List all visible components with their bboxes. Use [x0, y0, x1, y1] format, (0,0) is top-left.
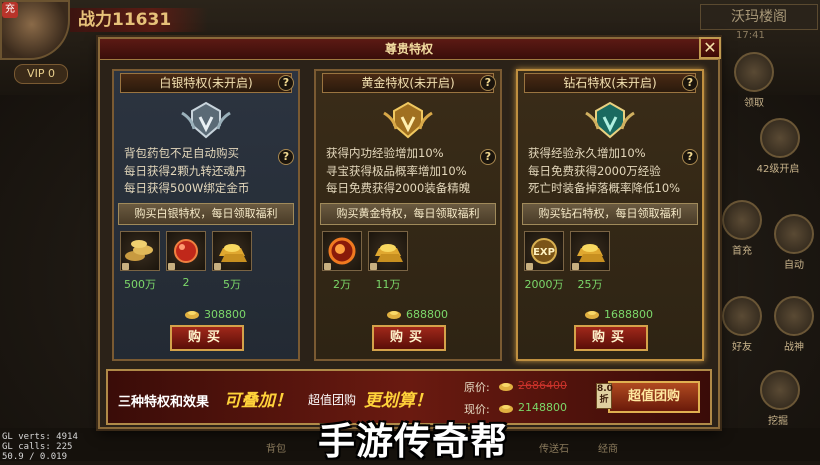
hud-icon-label: 挖掘: [768, 416, 788, 427]
help-icon[interactable]: ?: [278, 149, 294, 165]
hud-icon-7[interactable]: [760, 370, 800, 410]
privilege-description: 背包药包不足自动购买 每日获得2颗九转还魂丹 每日获得500W绑定金币: [124, 145, 294, 198]
privilege-description: 获得内功经验增加10% 寻宝获得极品概率增加10% 每日免费获得2000装备精魄: [326, 145, 496, 198]
hud-icon-label: 自动: [784, 260, 804, 271]
svg-text:EXP: EXP: [533, 247, 555, 258]
lock-icon: [526, 263, 533, 270]
lock-icon: [572, 263, 579, 270]
lock-icon: [324, 263, 331, 270]
hud-icon-label: 领取: [744, 98, 764, 109]
clock-text: 17:41: [736, 30, 765, 41]
buy-silver-button[interactable]: 购买: [170, 325, 244, 351]
help-icon[interactable]: ?: [682, 75, 698, 91]
price-value: 688800: [406, 308, 448, 321]
purchase-info-banner: 购买钻石特权，每日领取福利: [522, 203, 698, 225]
privilege-modal: 尊贵特权 ✕ 白银特权(未开启) ? 背包药包不足自动购买 每日获得2颗九转还魂…: [98, 37, 721, 429]
watermark-text: 手游传奇帮: [318, 420, 508, 463]
buy-diamond-button[interactable]: 购买: [574, 325, 648, 351]
reward-amount: 25万: [577, 278, 603, 291]
map-name: 沃玛楼阁: [700, 4, 818, 30]
banner-text: 超值团购: [308, 393, 357, 407]
description-line: 背包药包不足自动购买: [124, 146, 239, 160]
debug-line: GL calls: 225: [2, 442, 73, 452]
description-line: 死亡时装备掉落概率降低10%: [528, 181, 681, 195]
debug-line: GL verts: 4914: [2, 432, 78, 442]
group-buy-button[interactable]: 超值团购: [608, 381, 700, 413]
hud-icon-1[interactable]: [734, 52, 774, 92]
close-button[interactable]: ✕: [699, 37, 721, 59]
hud-icon-label: 好友: [732, 342, 752, 353]
price-value: 308800: [204, 308, 246, 321]
current-price-value: 2148800: [518, 401, 567, 414]
price-value: 1688800: [604, 308, 653, 321]
discount-tag: 8.0折: [596, 383, 613, 409]
hud-icon-6[interactable]: [774, 296, 814, 336]
silver-privilege-panel: 白银特权(未开启) ? 背包药包不足自动购买 每日获得2颗九转还魂丹 每日获得5…: [112, 69, 300, 361]
help-icon[interactable]: ?: [480, 149, 496, 165]
reward-amount: 5万: [223, 278, 241, 291]
purchase-info-banner: 购买白银特权，每日领取福利: [118, 203, 294, 225]
help-icon[interactable]: ?: [278, 75, 294, 91]
gold-privilege-panel: 黄金特权(未开启) ? 获得内功经验增加10% 寻宝获得极品概率增加10% 每日…: [314, 69, 502, 361]
hud-icon-5[interactable]: [722, 296, 762, 336]
hud-icon-2[interactable]: [760, 118, 800, 158]
privilege-description: 获得经验永久增加10% 每日免费获得2000万经验 死亡时装备掉落概率降低10%: [528, 145, 698, 198]
help-icon[interactable]: ?: [480, 75, 496, 91]
bottom-label[interactable]: 传送石: [532, 440, 576, 455]
description-line: 每日免费获得2000装备精魄: [326, 181, 471, 195]
panel-title: 钻石特权(未开启): [524, 73, 696, 93]
description-line: 获得经验永久增加10%: [528, 146, 646, 160]
description-line: 寻宝获得极品概率增加10%: [326, 163, 467, 178]
combat-power: 战力11631: [70, 8, 208, 32]
yuanbao-icon: [585, 311, 599, 319]
charge-badge[interactable]: 充: [2, 2, 18, 18]
hud-icon-label: 42级开启: [756, 164, 800, 175]
original-price-value: 2686400: [518, 379, 567, 392]
hud-icon-label: 首充: [732, 246, 752, 257]
lock-icon: [214, 263, 221, 270]
lock-icon: [122, 263, 129, 270]
banner-highlight: 可叠加！: [224, 391, 292, 411]
hud-icon-label: 战神: [784, 342, 804, 353]
buy-gold-button[interactable]: 购买: [372, 325, 446, 351]
original-price-label: 原价:: [464, 381, 490, 394]
lock-icon: [370, 263, 377, 270]
help-icon[interactable]: ?: [682, 149, 698, 165]
hud-icon-3[interactable]: [722, 200, 762, 240]
lock-icon: [168, 263, 175, 270]
banner-highlight: 更划算！: [364, 391, 432, 411]
debug-overlay: GL verts: 4914 GL calls: 225 50.9 / 0.01…: [2, 432, 78, 462]
silver-emblem-icon: [181, 101, 231, 139]
yuanbao-icon: [499, 383, 513, 391]
banner-text: 三种特权和效果: [118, 395, 210, 410]
reward-amount: 500万: [124, 278, 156, 291]
hud-icon-4[interactable]: [774, 214, 814, 254]
reward-amount: 2万: [333, 278, 351, 291]
yuanbao-icon: [185, 311, 199, 319]
description-line: 获得内功经验增加10%: [326, 146, 444, 160]
gold-emblem-icon: [383, 101, 433, 139]
diamond-privilege-panel: 钻石特权(未开启) ? 获得经验永久增加10% 每日免费获得2000万经验 死亡…: [516, 69, 704, 361]
description-line: 每日获得2颗九转还魂丹: [124, 163, 247, 178]
yuanbao-icon: [387, 311, 401, 319]
bottom-label[interactable]: 经商: [586, 440, 630, 455]
reward-amount: 11万: [375, 278, 401, 291]
modal-title: 尊贵特权: [384, 42, 433, 56]
diamond-emblem-icon: [585, 101, 635, 139]
panel-title: 白银特权(未开启): [120, 73, 292, 93]
description-line: 每日免费获得2000万经验: [528, 163, 661, 178]
reward-amount: 2: [182, 276, 190, 289]
purchase-info-banner: 购买黄金特权，每日领取福利: [320, 203, 496, 225]
description-line: 每日获得500W绑定金币: [124, 181, 250, 195]
bottom-label[interactable]: 背包: [254, 440, 298, 455]
vip-level-badge[interactable]: VIP 0: [14, 64, 68, 84]
reward-amount: 2000万: [524, 278, 564, 291]
panel-title: 黄金特权(未开启): [322, 73, 494, 93]
